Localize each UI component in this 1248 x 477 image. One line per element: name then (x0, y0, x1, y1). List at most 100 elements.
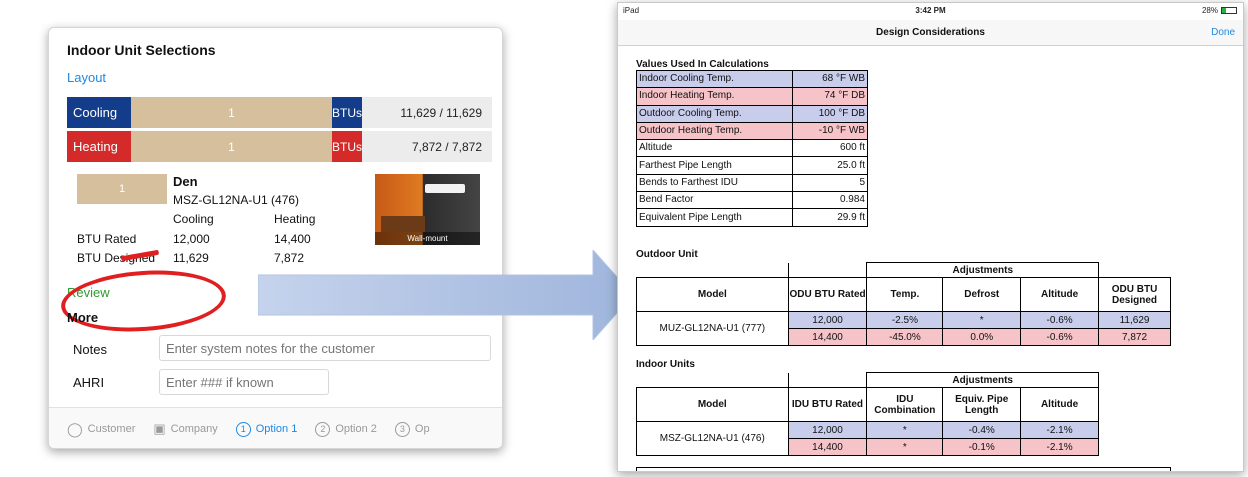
value-label: Indoor Heating Temp. (636, 87, 793, 106)
table-cell: -0.6% (1020, 328, 1100, 346)
cooling-bar: Cooling 1 BTUs 11,629 / 11,629 (67, 97, 492, 128)
status-bar: iPad 3:42 PM 28% (618, 3, 1243, 18)
col-header: Model (636, 387, 789, 422)
value-cell: 100 °F DB (792, 104, 868, 123)
odu-model: MUZ-GL12NA-U1 (777) (636, 311, 789, 346)
table-cell: 14,400 (787, 438, 868, 456)
tab-option-1[interactable]: 1 Option 1 (235, 421, 297, 437)
table-row: Outdoor Heating Temp. -10 °F WB (636, 121, 868, 141)
tab-customer-label: Customer (87, 423, 136, 435)
nav-title: Design Considerations (876, 27, 985, 38)
bottom-tab-bar: ◯ Customer ▣ Company 1 Option 1 2 Option… (49, 407, 502, 448)
tab-option-2-label: Option 2 (335, 423, 377, 435)
value-label: Indoor Cooling Temp. (636, 69, 793, 89)
value-label: Outdoor Cooling Temp. (636, 104, 793, 123)
col-cooling-header: Cooling (173, 212, 214, 226)
unit-model: MSZ-GL12NA-U1 (476) (173, 193, 300, 207)
table-cell: -2.1% (1020, 438, 1099, 456)
btu-rated-cooling: 12,000 (173, 232, 210, 246)
values-title: Values Used In Calculations (636, 59, 769, 70)
option-3-number-icon: 3 (394, 421, 410, 437)
table-cell: 11,629 (1098, 311, 1171, 329)
tab-option-2[interactable]: 2 Option 2 (315, 421, 377, 437)
col-header: ODU BTU Rated (787, 277, 868, 312)
design-considerations-screen: iPad 3:42 PM 28% Design Considerations D… (617, 2, 1244, 472)
col-header: Defrost (942, 277, 1022, 312)
table-cell: -2.1% (1020, 421, 1099, 439)
heating-btu-unit: BTUs (332, 131, 362, 162)
value-cell: 29.9 ft (792, 208, 868, 227)
value-label: Equivalent Pipe Length (636, 208, 793, 227)
table-row: Equivalent Pipe Length 29.9 ft (636, 208, 868, 227)
option-2-number-icon: 2 (315, 421, 331, 437)
red-annotation-ellipse (59, 265, 228, 337)
cooling-btu-unit: BTUs (332, 97, 362, 128)
value-label: Bends to Farthest IDU (636, 173, 793, 193)
panel-title: Indoor Unit Selections (67, 42, 216, 58)
battery-percent: 28% (1201, 6, 1218, 15)
value-cell: 0.984 (792, 191, 868, 210)
table-row: Bends to Farthest IDU 5 (636, 173, 868, 193)
tab-customer[interactable]: ◯ Customer (67, 421, 135, 438)
heating-bar: Heating 1 BTUs 7,872 / 7,872 (67, 131, 492, 162)
value-cell: 25.0 ft (792, 156, 868, 175)
values-table: Indoor Cooling Temp. 68 °F WB Indoor Heat… (636, 69, 868, 227)
heating-unit-count[interactable]: 1 (131, 131, 332, 162)
table-cell: 7,872 (1098, 328, 1171, 346)
unit-room-name: Den (173, 174, 198, 189)
cooling-unit-count[interactable]: 1 (131, 97, 332, 128)
table-row: Outdoor Cooling Temp. 100 °F DB (636, 104, 868, 123)
value-cell: 68 °F WB (792, 69, 868, 89)
adjustments-header: Adjustments (866, 262, 1100, 278)
tab-option-3-label: Op (414, 423, 430, 435)
battery-status: 28% (1202, 6, 1237, 15)
col-header: IDU Combination (866, 387, 944, 422)
tab-company-label: Company (170, 423, 218, 435)
col-header: Altitude (1020, 387, 1099, 422)
table-cell: 12,000 (787, 311, 868, 329)
idu-model: MSZ-GL12NA-U1 (476) (636, 421, 789, 456)
table-cell: * (866, 438, 944, 456)
big-arrow-icon (258, 250, 633, 340)
table-cell: -0.6% (1020, 311, 1100, 329)
value-label: Outdoor Heating Temp. (636, 121, 793, 141)
btu-rated-label: BTU Rated (77, 232, 137, 246)
table-cell: -0.4% (942, 421, 1022, 439)
col-header: ODU BTU Designed (1098, 277, 1171, 312)
col-header: IDU BTU Rated (787, 387, 868, 422)
nav-bar: Design Considerations Done (618, 20, 1243, 46)
col-header: Altitude (1020, 277, 1100, 312)
heating-btu-value: 7,872 / 7,872 (362, 131, 492, 162)
table-cell: * (866, 421, 944, 439)
value-label: Bend Factor (636, 191, 793, 210)
unit-tile[interactable]: 1 (77, 174, 167, 204)
wall-unit-image (425, 184, 465, 193)
tab-option-3[interactable]: 3 Op (394, 421, 430, 437)
photo-caption: Wall-mount (375, 232, 480, 245)
ahri-input[interactable] (159, 369, 329, 395)
table-row: Indoor Heating Temp. 74 °F DB (636, 87, 868, 106)
table-row: Bend Factor 0.984 (636, 191, 868, 210)
tab-company[interactable]: ▣ Company (153, 421, 217, 437)
btu-rated-heating: 14,400 (274, 232, 311, 246)
table-cell: 12,000 (787, 421, 868, 439)
col-heating-header: Heating (274, 212, 316, 226)
value-cell: 5 (792, 173, 868, 193)
more-section-title: More (67, 310, 99, 325)
table-row: Altitude 600 ft (636, 139, 868, 158)
adjustments-header: Adjustments (866, 372, 1099, 388)
cooling-label: Cooling (67, 97, 131, 128)
sofa-image (381, 216, 425, 232)
wall-mount-photo: Wall-mount (375, 174, 480, 245)
value-label: Farthest Pipe Length (636, 156, 793, 175)
battery-icon (1221, 7, 1237, 14)
done-button[interactable]: Done (1211, 27, 1235, 38)
next-table-edge (636, 467, 1171, 471)
value-cell: 74 °F DB (792, 87, 868, 106)
layout-link[interactable]: Layout (67, 70, 106, 85)
customer-icon: ◯ (67, 420, 83, 437)
indoor-units-table: Adjustments Model IDU BTU Rated IDU Comb… (636, 372, 1099, 456)
cooling-btu-value: 11,629 / 11,629 (362, 97, 492, 128)
table-row: Indoor Cooling Temp. 68 °F WB (636, 69, 868, 89)
outdoor-unit-table: Adjustments Model ODU BTU Rated Temp. De… (636, 262, 1171, 346)
